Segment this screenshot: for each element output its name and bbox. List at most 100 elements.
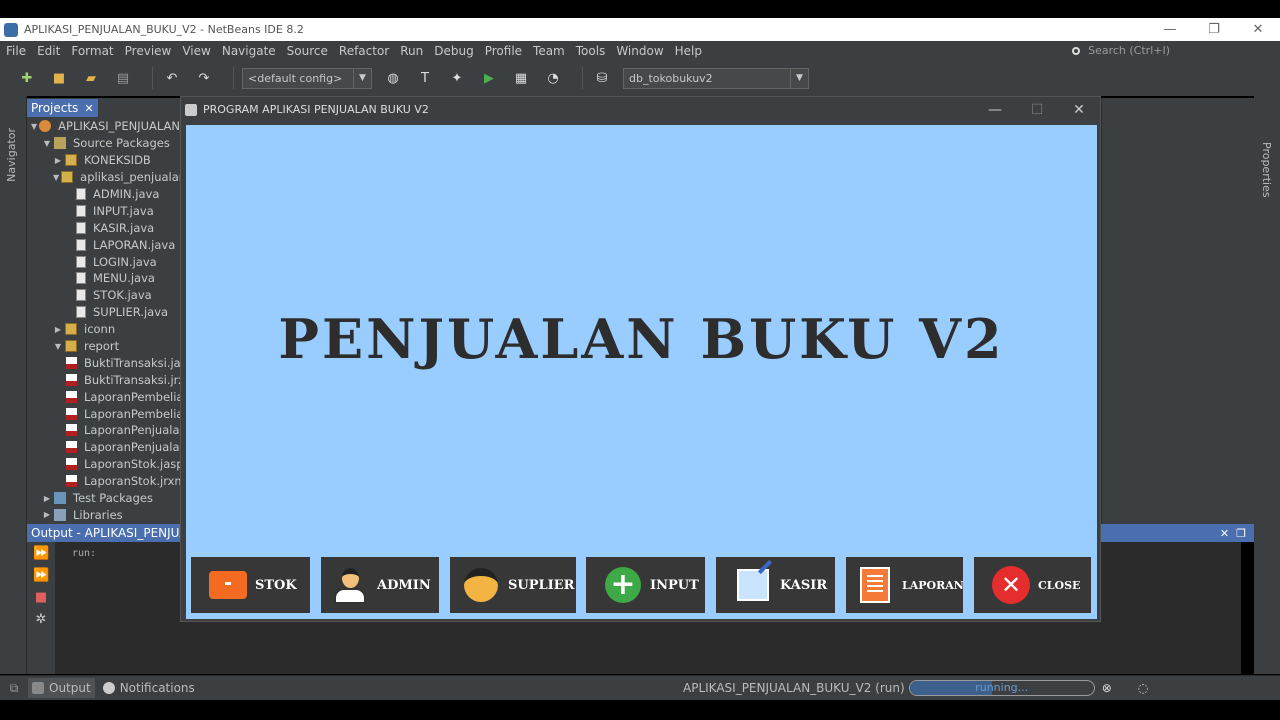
close-icon[interactable]: ✕ — [1236, 18, 1280, 41]
memory-icon[interactable]: ◌ — [1138, 681, 1148, 695]
expand-toggle-icon[interactable]: ▼ — [31, 122, 37, 131]
tree-item[interactable]: ▼ report — [27, 338, 180, 355]
rerun-icon[interactable]: ⏩ — [33, 546, 49, 562]
properties-side-tab[interactable]: Properties — [1260, 142, 1273, 198]
laporan-button[interactable]: LAPORAN — [846, 557, 964, 613]
tree-item[interactable]: ▶ Libraries — [27, 506, 180, 523]
config-combo-value: <default config> — [248, 71, 343, 85]
admin-button[interactable]: ADMIN — [321, 557, 439, 613]
collapse-toggle-icon[interactable]: ▶ — [42, 510, 52, 519]
menu-format[interactable]: Format — [65, 44, 118, 58]
kasir-button[interactable]: KASIR — [716, 557, 835, 613]
debug-icon[interactable]: ▦ — [510, 67, 532, 89]
menu-view[interactable]: View — [176, 44, 215, 58]
menu-run[interactable]: Run — [394, 44, 428, 58]
new-project-icon[interactable]: ■ — [48, 67, 70, 89]
tree-item[interactable]: SUPLIER.java — [27, 304, 180, 321]
tree-item[interactable]: LaporanPembelian.jasper — [27, 388, 180, 405]
tree-item[interactable]: ▶ Test Packages — [27, 490, 180, 507]
close-icon[interactable]: ✕ ❐ — [1220, 527, 1246, 540]
tab-notifications[interactable]: Notifications — [99, 678, 199, 698]
expand-toggle-icon[interactable]: ▼ — [53, 173, 59, 182]
profile-icon[interactable]: ◔ — [542, 67, 564, 89]
expand-toggle-icon[interactable]: ▼ — [53, 342, 63, 351]
redo-icon[interactable]: ↷ — [193, 67, 215, 89]
running-task: APLIKASI_PENJUALAN_BUKU_V2 (run) running… — [683, 680, 1148, 696]
stop-icon[interactable]: ■ — [33, 590, 49, 606]
menu-refactor[interactable]: Refactor — [333, 44, 394, 58]
tree-item-label: KONEKSIDB — [84, 153, 151, 168]
menu-help[interactable]: Help — [669, 44, 707, 58]
edit-note-icon — [734, 566, 772, 604]
collapse-toggle-icon[interactable]: ▶ — [53, 325, 63, 334]
ide-search[interactable]: Search (Ctrl+I) — [1072, 41, 1170, 60]
collapse-toggle-icon[interactable]: ▶ — [42, 494, 52, 503]
menu-profile[interactable]: Profile — [479, 44, 527, 58]
new-file-icon[interactable]: ✚ — [16, 67, 38, 89]
close-icon[interactable]: ✕ — [1058, 102, 1100, 118]
expand-toggle-icon[interactable]: ▼ — [42, 139, 52, 148]
tree-item[interactable]: ▶ KONEKSIDB — [27, 152, 180, 169]
tab-output[interactable]: Output — [28, 678, 95, 698]
chevron-down-icon[interactable]: ▼ — [790, 68, 808, 88]
menu-navigate[interactable]: Navigate — [216, 44, 281, 58]
rerun-with-args-icon[interactable]: ⏩ — [33, 568, 49, 584]
input-button[interactable]: + INPUT — [586, 557, 705, 613]
config-combo[interactable]: <default config> ▼ — [242, 67, 372, 89]
settings-icon[interactable]: ✲ — [33, 612, 49, 628]
open-project-icon[interactable]: ▰ — [80, 67, 102, 89]
tree-item[interactable]: MENU.java — [27, 270, 180, 287]
tree-item[interactable]: KASIR.java — [27, 219, 180, 236]
database-icon[interactable]: ⛁ — [591, 67, 613, 89]
tree-item[interactable]: BuktiTransaksi.jrxml — [27, 371, 180, 388]
suplier-button[interactable]: SUPLIER — [450, 557, 576, 613]
java-icon — [76, 306, 86, 319]
tree-item[interactable]: ▶ iconn — [27, 321, 180, 338]
collapse-toggle-icon[interactable]: ▶ — [53, 156, 63, 165]
tree-item[interactable]: LaporanStok.jasper — [27, 456, 180, 473]
globe-icon[interactable]: ◍ — [382, 67, 404, 89]
database-combo[interactable]: db_tokobukuv2 ▼ — [623, 67, 809, 89]
menu-preview[interactable]: Preview — [119, 44, 177, 58]
menu-edit[interactable]: Edit — [31, 44, 65, 58]
menu-team[interactable]: Team — [527, 44, 570, 58]
tree-item[interactable]: LaporanPenjualan.jrxml — [27, 439, 180, 456]
minimize-icon[interactable]: — — [974, 102, 1016, 118]
maximize-icon[interactable]: ☐ — [1016, 102, 1058, 118]
tree-item[interactable]: LAPORAN.java — [27, 236, 180, 253]
tree-item[interactable]: ▼ aplikasi_penjualan — [27, 169, 180, 186]
ide-window-title: APLIKASI_PENJUALAN_BUKU_V2 - NetBeans ID… — [24, 23, 304, 36]
close-icon[interactable]: ✕ — [84, 102, 93, 115]
build-hammer-icon[interactable]: T — [414, 67, 436, 89]
restore-icon[interactable]: ❐ — [1192, 18, 1236, 41]
undo-icon[interactable]: ↶ — [161, 67, 183, 89]
menu-tools[interactable]: Tools — [570, 44, 611, 58]
save-all-icon[interactable]: ▤ — [112, 67, 134, 89]
clean-build-icon[interactable]: ✦ — [446, 67, 468, 89]
tree-item[interactable]: BuktiTransaksi.jasper — [27, 354, 180, 371]
tree-item[interactable]: STOK.java — [27, 287, 180, 304]
menu-window[interactable]: Window — [610, 44, 668, 58]
tree-item[interactable]: LaporanPenjualan.jasper — [27, 422, 180, 439]
tree-item[interactable]: INPUT.java — [27, 202, 180, 219]
menu-source[interactable]: Source — [281, 44, 333, 58]
panel-toggle-icon[interactable]: ⧉ — [0, 681, 28, 696]
close-button[interactable]: ✕ CLOSE — [974, 557, 1091, 613]
cancel-task-icon[interactable]: ⊗ — [1102, 681, 1112, 695]
jasper-icon — [66, 373, 77, 386]
menu-file[interactable]: File — [0, 44, 31, 58]
tree-item[interactable]: LaporanStok.jrxml — [27, 473, 180, 490]
navigator-side-tab[interactable]: Navigator — [5, 128, 18, 182]
tree-item[interactable]: ADMIN.java — [27, 186, 180, 203]
tree-item[interactable]: ▼ Source Packages — [27, 135, 180, 152]
chevron-down-icon[interactable]: ▼ — [353, 68, 371, 88]
run-icon[interactable]: ▶ — [478, 67, 500, 89]
tree-item[interactable]: ▼ APLIKASI_PENJUALAN_BUKU_V2 — [27, 118, 180, 135]
stok-button[interactable]: STOK — [191, 557, 310, 613]
tree-item[interactable]: LaporanPembelian.jrxml — [27, 405, 180, 422]
tab-projects[interactable]: Projects ✕ — [27, 99, 98, 117]
tree-item[interactable]: LOGIN.java — [27, 253, 180, 270]
search-input[interactable]: Search (Ctrl+I) — [1088, 44, 1170, 57]
minimize-icon[interactable]: — — [1148, 18, 1192, 41]
menu-debug[interactable]: Debug — [428, 44, 478, 58]
